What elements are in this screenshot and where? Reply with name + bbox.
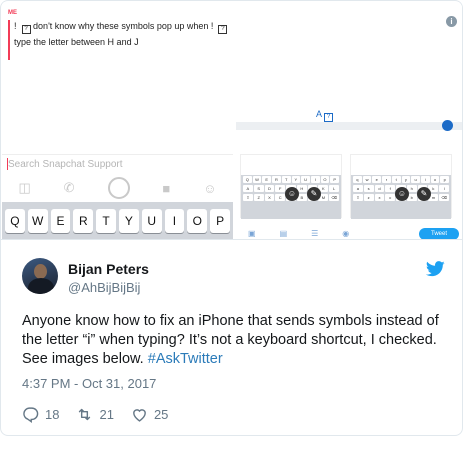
message-part2: type the letter between H and J: [14, 37, 139, 47]
sticker-icon: ◫: [18, 180, 31, 195]
phone-icon: ✆: [63, 180, 75, 195]
edit-pencil-icon: ✎: [307, 187, 321, 201]
video-icon: ■: [162, 180, 171, 196]
retweet-icon: [79, 408, 91, 421]
key: I: [164, 209, 185, 233]
chat-toolbar: ◫ ✆ ■ ☺: [2, 174, 233, 202]
key: T: [96, 209, 116, 233]
sender-label: ME: [8, 10, 17, 16]
gif-icon: ▤: [279, 229, 288, 238]
camera-shutter-icon: [107, 177, 130, 199]
attached-screenshot-1: QWERTYUIOP ASDFGHJKL ⇧ZXCVBNM⌫ ☺ ✎: [240, 154, 342, 219]
toolbar-strip: [236, 122, 462, 130]
question-box-glyph: ?: [218, 25, 228, 34]
image-icon: ▣: [248, 229, 256, 238]
tweet-media[interactable]: ME ! ? don't know why these symbols pop …: [2, 2, 462, 239]
hashtag-link[interactable]: #AskTwitter: [148, 351, 223, 367]
author-handle[interactable]: @AhBijBijBij: [68, 280, 140, 295]
tweet-button: Tweet: [419, 228, 459, 239]
chat-input: Search Snapchat Support: [8, 159, 123, 170]
suggestion-bar: A ?: [316, 109, 334, 122]
message-part1: don't know why these symbols pop up when: [33, 21, 209, 31]
message-accent-bar: [8, 20, 10, 60]
twitter-bird-icon[interactable]: [426, 261, 445, 277]
exclamation-glyph: !: [210, 21, 214, 31]
embedded-tweet-card: ME ! ? don't know why these symbols pop …: [0, 0, 463, 436]
location-icon: ◉: [342, 229, 350, 238]
like-button[interactable]: 25: [131, 406, 168, 423]
divider: [2, 154, 233, 155]
key: E: [50, 209, 71, 233]
key: Y: [118, 209, 139, 233]
avatar[interactable]: [22, 258, 58, 294]
reply-button[interactable]: 18: [22, 406, 59, 423]
media-image-twitter-compose[interactable]: i A ? QWERTYUIOP ASDFGHJKL ⇧ZXCVBNM⌫ ☺ ✎: [236, 2, 462, 239]
retweet-button[interactable]: 21: [76, 406, 114, 423]
key: O: [187, 209, 208, 233]
tweet-text: Anyone know how to fix an iPhone that se…: [22, 312, 452, 369]
author-name[interactable]: Bijan Peters: [68, 261, 149, 277]
exclamation-glyph: !: [14, 21, 17, 31]
info-icon[interactable]: i: [446, 16, 457, 27]
tweet-timestamp[interactable]: 4:37 PM - Oct 31, 2017: [22, 376, 156, 391]
emoji-icon: ☺: [203, 180, 217, 196]
emoji-icon: ☺: [395, 187, 409, 201]
send-dot-icon: [442, 120, 453, 131]
heart-icon: [133, 409, 146, 422]
reply-count: 18: [45, 407, 60, 422]
media-image-snapchat-chat[interactable]: ME ! ? don't know why these symbols pop …: [2, 2, 233, 239]
key: R: [73, 209, 94, 233]
suggestion-letter: A: [316, 109, 322, 119]
question-box-glyph: ?: [324, 113, 334, 122]
chat-message: ! ? don't know why these symbols pop up …: [14, 18, 229, 50]
key: P: [210, 209, 230, 233]
like-count: 25: [153, 407, 169, 422]
attached-screenshot-2: qwertyuiop asdfghjkl ⇧zxcvbnm⌫ ☺ ✎: [350, 154, 452, 219]
edit-pencil-icon: ✎: [417, 187, 431, 201]
tweet-actions: 18 21 25: [22, 406, 185, 423]
key: U: [141, 209, 162, 233]
keyboard-row: Q W E R T Y U I O P: [2, 202, 233, 239]
emoji-icon: ☺: [285, 187, 299, 201]
key: Q: [5, 209, 25, 233]
poll-icon: ☰: [311, 229, 319, 238]
tweet-body: Anyone know how to fix an iPhone that se…: [22, 313, 439, 367]
attached-screenshots: QWERTYUIOP ASDFGHJKL ⇧ZXCVBNM⌫ ☺ ✎ qwert…: [240, 154, 460, 220]
key: W: [27, 209, 48, 233]
retweet-count: 21: [99, 407, 114, 422]
media-separator: [1, 239, 462, 240]
question-box-glyph: ?: [21, 25, 31, 34]
reply-icon: [23, 407, 39, 423]
